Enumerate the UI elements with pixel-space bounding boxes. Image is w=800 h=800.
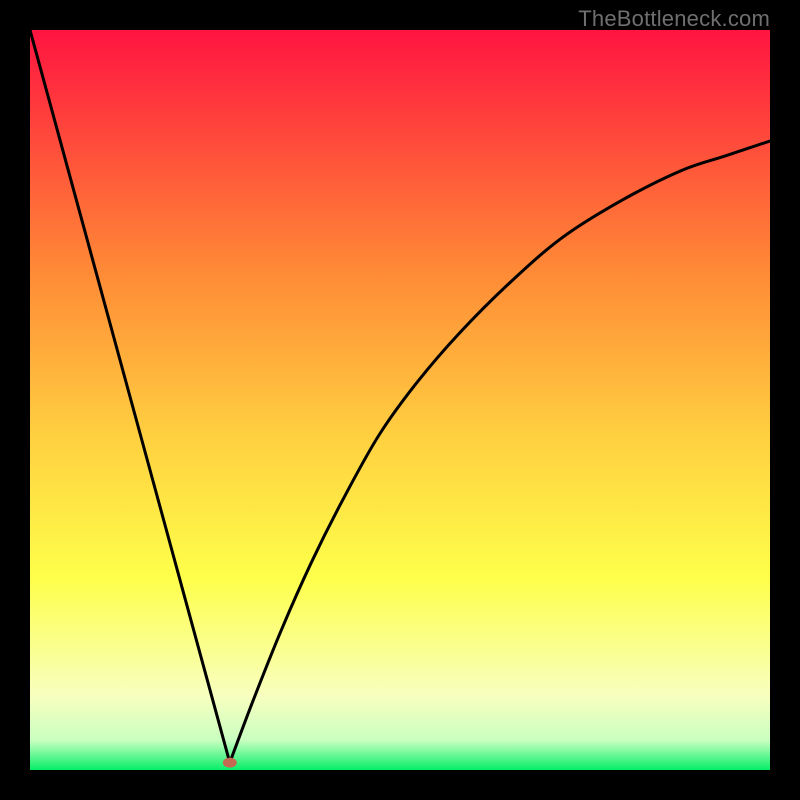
watermark-text: TheBottleneck.com	[578, 6, 770, 32]
chart-frame	[30, 30, 770, 770]
chart-svg	[30, 30, 770, 770]
minimum-marker	[223, 758, 237, 768]
gradient-background	[30, 30, 770, 770]
